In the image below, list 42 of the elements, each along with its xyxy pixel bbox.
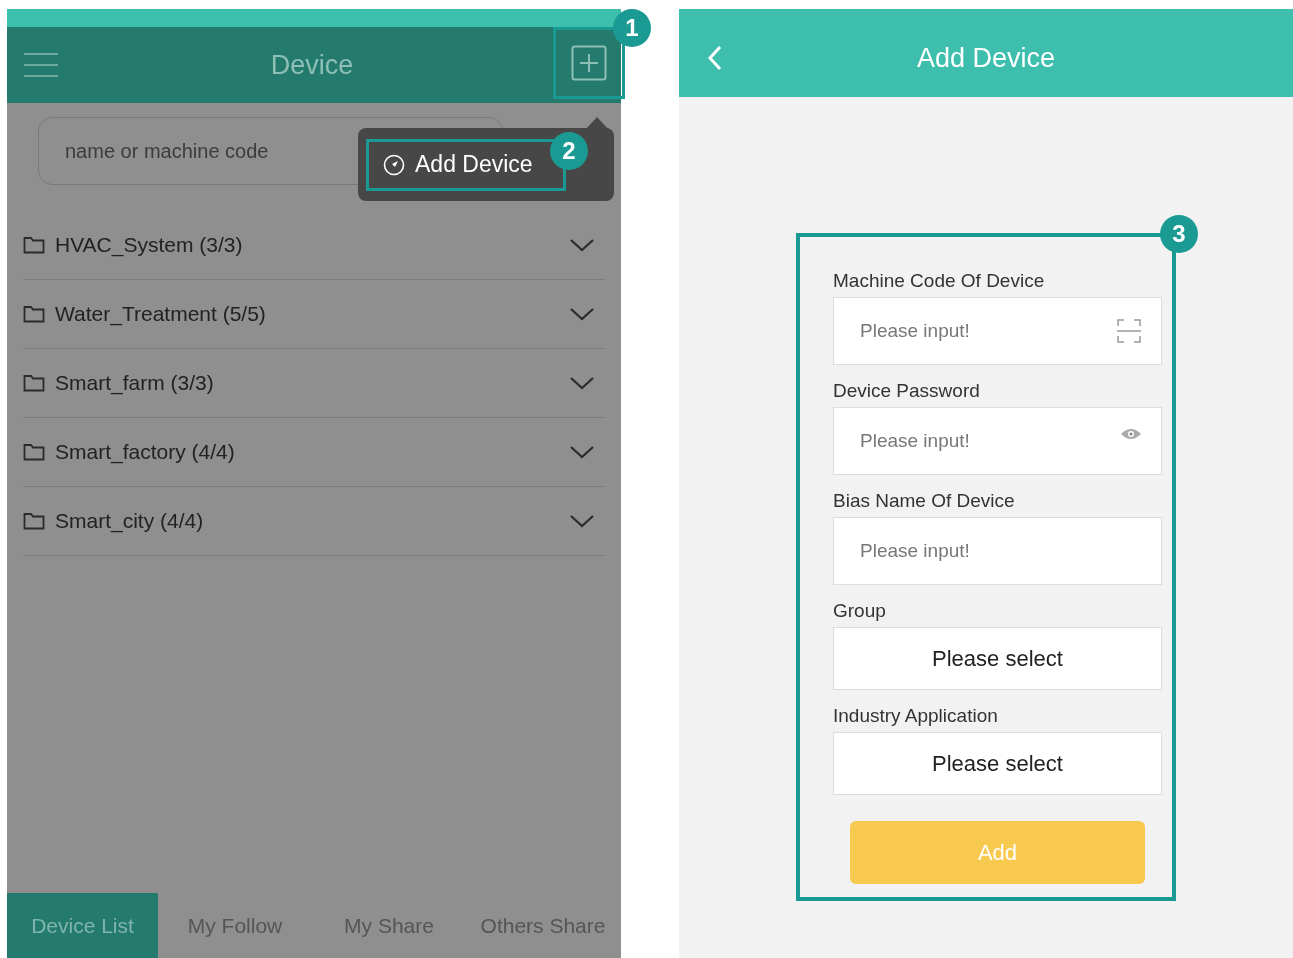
eye-icon[interactable] <box>1120 427 1142 441</box>
group-name: Smart_factory (4/4) <box>55 439 236 466</box>
group-row[interactable]: Water_Treatment (5/5) <box>23 280 605 349</box>
group-row[interactable]: Smart_farm (3/3) <box>23 349 605 418</box>
folder-icon <box>23 512 45 530</box>
step-number-badge: 2 <box>550 132 588 170</box>
select-field[interactable]: Please select <box>833 627 1162 690</box>
header-title: Device <box>270 48 354 82</box>
group-name: Smart_farm (3/3) <box>55 370 215 397</box>
chevron-down-icon <box>569 444 595 460</box>
group-row[interactable]: HVAC_System (3/3) <box>23 211 605 280</box>
field-label: Device Password <box>833 378 981 403</box>
group-name: Smart_city (4/4) <box>55 508 205 535</box>
step-number-badge: 3 <box>1160 215 1198 253</box>
group-name: HVAC_System (3/3) <box>55 232 244 259</box>
input-field[interactable]: Please input! <box>833 517 1162 585</box>
folder-icon <box>23 374 45 392</box>
chevron-down-icon <box>569 237 595 253</box>
input-field[interactable]: Please input! <box>833 297 1162 365</box>
chevron-down-icon <box>569 375 595 391</box>
chevron-down-icon <box>569 513 595 529</box>
group-row[interactable]: Smart_city (4/4) <box>23 487 605 556</box>
folder-icon <box>23 236 45 254</box>
header-title: Add Device <box>915 41 1057 75</box>
plus-icon <box>571 45 607 81</box>
folder-icon <box>23 443 45 461</box>
step-number-badge: 1 <box>613 9 651 47</box>
field-label: Bias Name Of Device <box>833 488 1016 513</box>
menu-icon[interactable] <box>23 51 59 79</box>
group-name: Water_Treatment (5/5) <box>55 301 267 328</box>
scan-icon <box>1116 318 1142 344</box>
input-field[interactable]: Please input! <box>833 407 1162 475</box>
field-label: Group <box>833 598 887 623</box>
folder-icon <box>23 305 45 323</box>
back-icon[interactable] <box>707 45 723 71</box>
compass-icon <box>383 153 405 176</box>
group-row[interactable]: Smart_factory (4/4) <box>23 418 605 487</box>
select-field[interactable]: Please select <box>833 732 1162 795</box>
chevron-down-icon <box>569 306 595 322</box>
add-button[interactable] <box>553 27 625 99</box>
field-label: Industry Application <box>833 703 999 728</box>
field-label: Machine Code Of Device <box>833 268 1046 293</box>
